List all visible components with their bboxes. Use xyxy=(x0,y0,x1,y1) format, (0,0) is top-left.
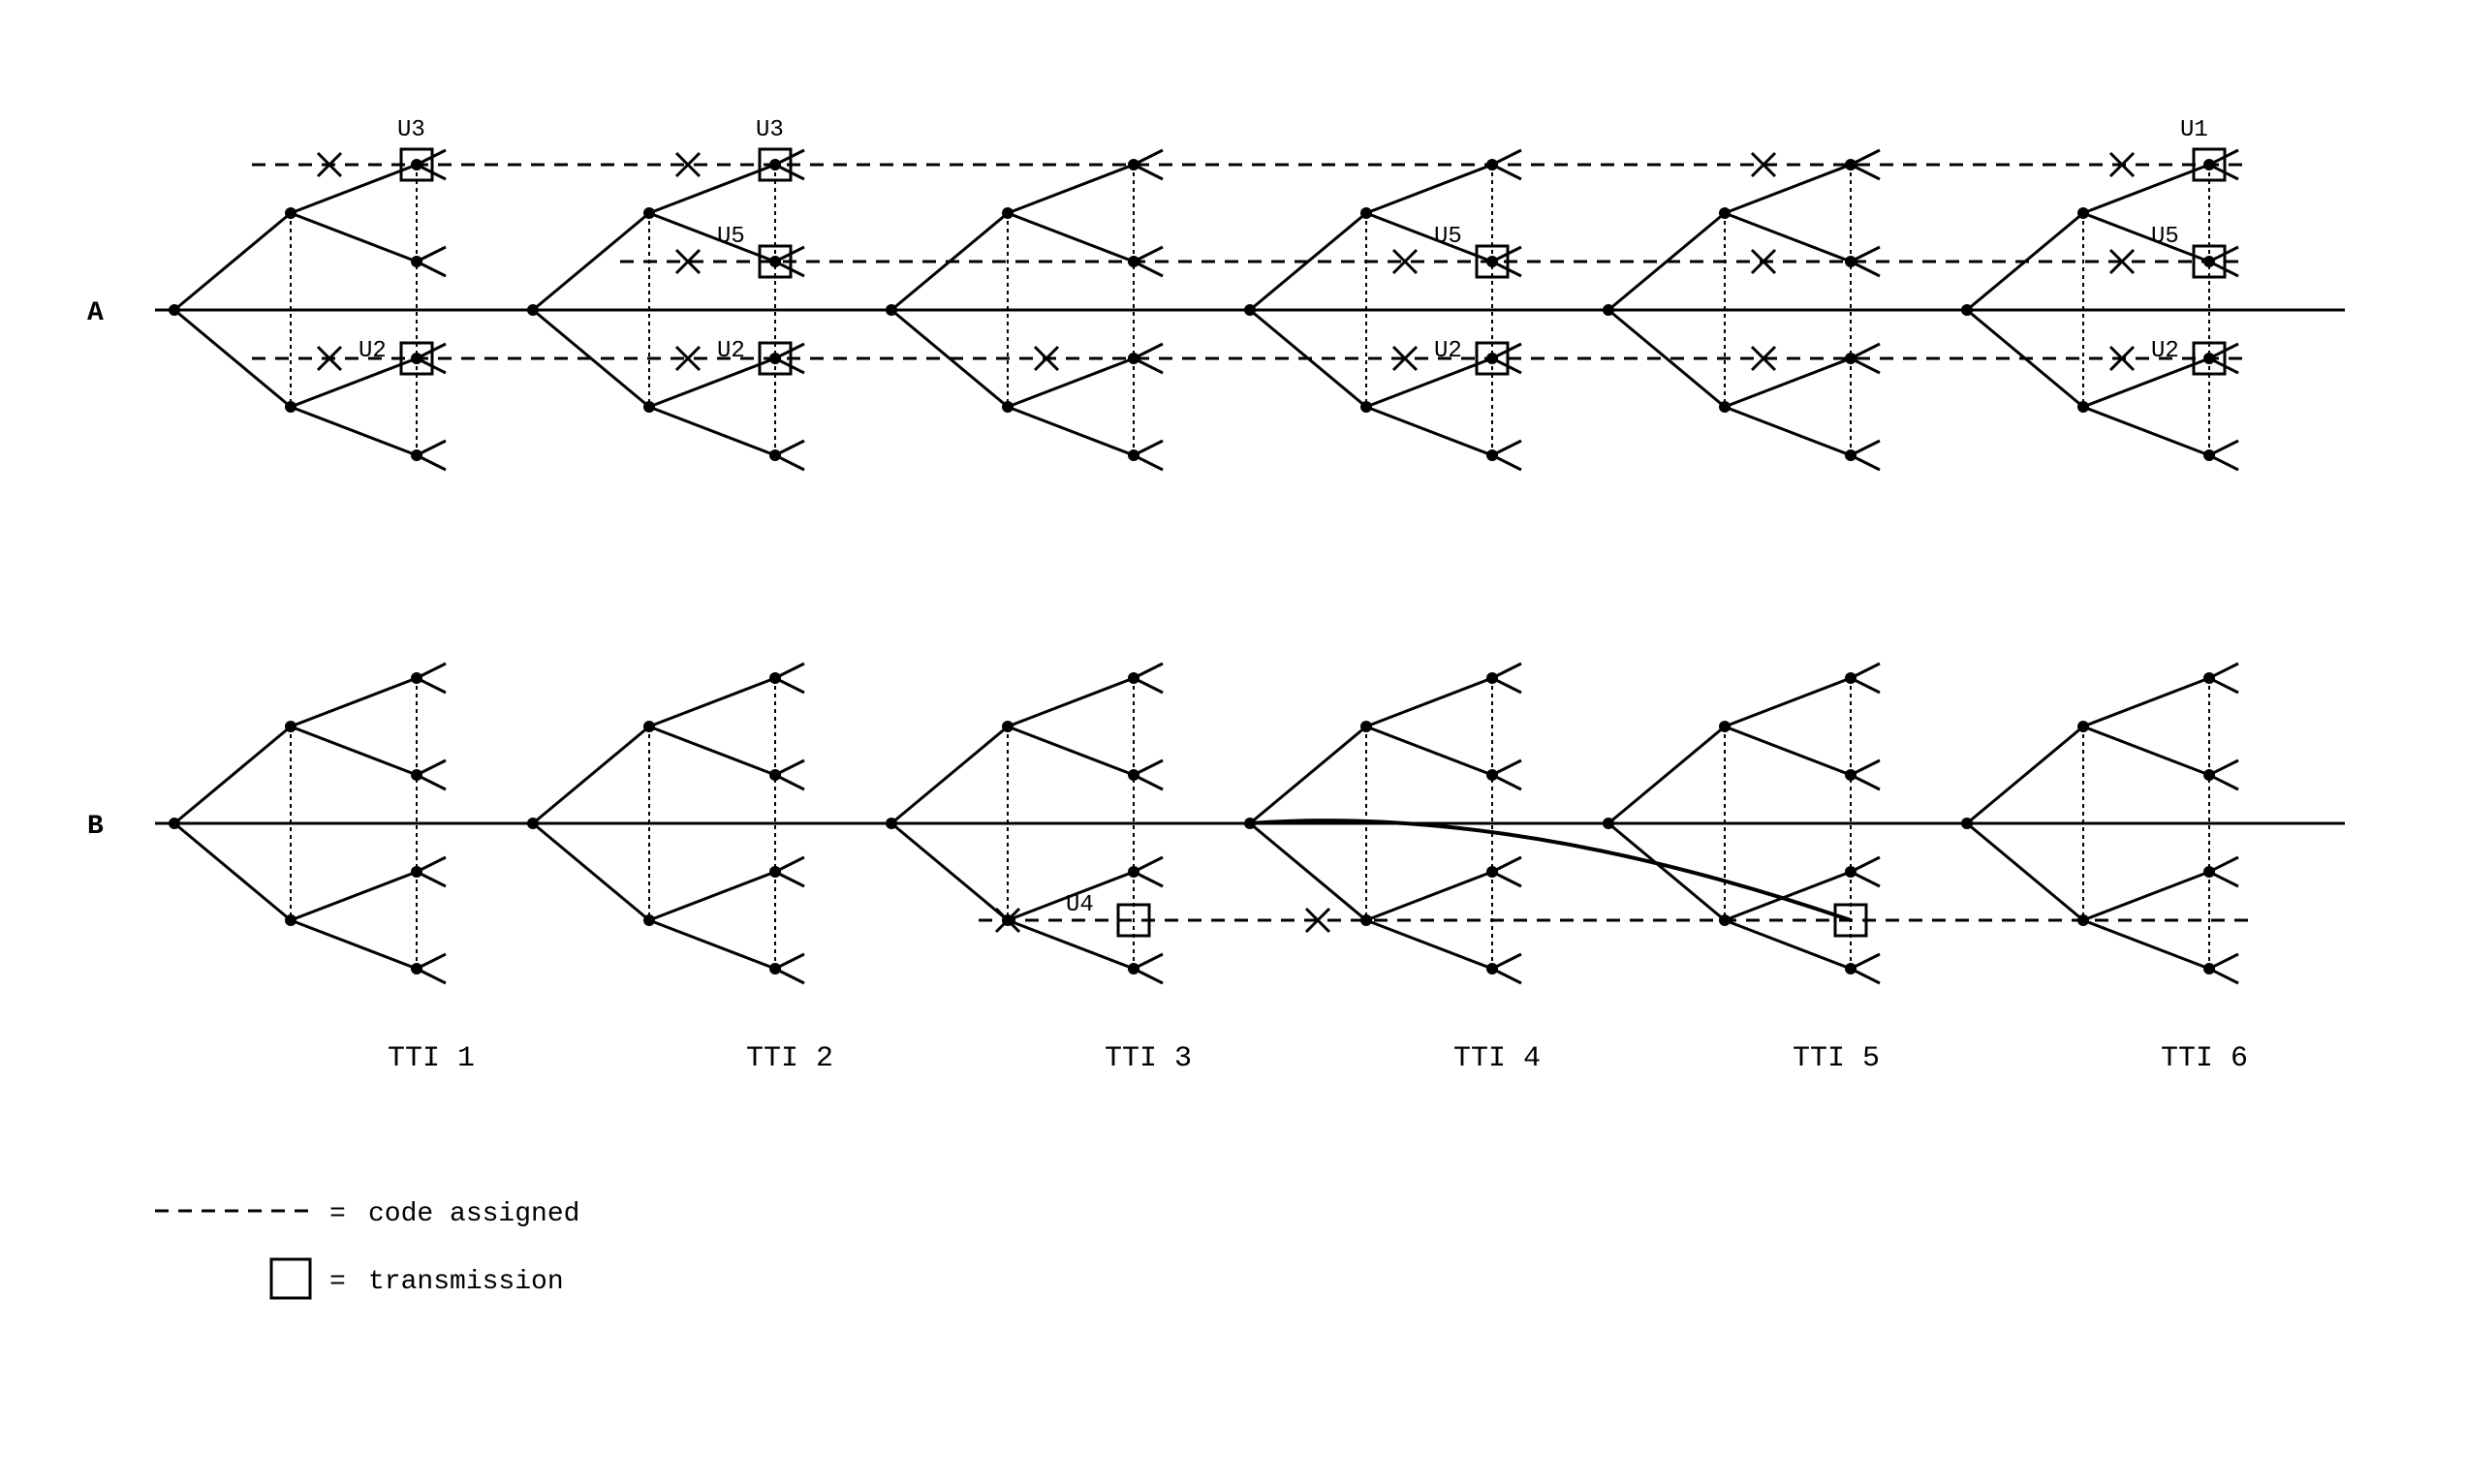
legend-code-assigned: code assigned xyxy=(368,1199,579,1229)
legend-transmission: transmission xyxy=(368,1267,564,1297)
u5-label-1: U5 xyxy=(717,224,745,250)
u2-label-3: U2 xyxy=(1434,338,1462,364)
diagram-canvas: A B xyxy=(39,39,2426,1445)
legend-box-icon xyxy=(271,1259,310,1298)
tti-label-2: TTI 2 xyxy=(746,1042,833,1075)
x-b3-lower xyxy=(996,909,1019,932)
u3-label-2: U3 xyxy=(756,117,784,143)
u2-label-2: U2 xyxy=(717,338,745,364)
row-label-b: B xyxy=(87,812,104,842)
legend-equals-2: = xyxy=(329,1267,346,1297)
x-a1-top xyxy=(318,153,341,176)
u4-label: U4 xyxy=(1066,892,1094,918)
u5-label-3: U5 xyxy=(2151,224,2179,250)
tti-label-4: TTI 4 xyxy=(1453,1042,1541,1075)
row-label-a: A xyxy=(87,298,104,328)
tti-label-5: TTI 5 xyxy=(1793,1042,1880,1075)
u5-label-2: U5 xyxy=(1434,224,1462,250)
legend-equals-1: = xyxy=(329,1199,346,1229)
u2-label-4: U2 xyxy=(2151,338,2179,364)
tti-label-3: TTI 3 xyxy=(1105,1042,1192,1075)
x-a1-li xyxy=(318,347,341,370)
tti-label-1: TTI 1 xyxy=(388,1042,475,1075)
u1-label: U1 xyxy=(2180,117,2208,143)
u3-label-1: U3 xyxy=(397,117,425,143)
tti-label-6: TTI 6 xyxy=(2161,1042,2248,1075)
u2-label-1: U2 xyxy=(359,338,387,364)
